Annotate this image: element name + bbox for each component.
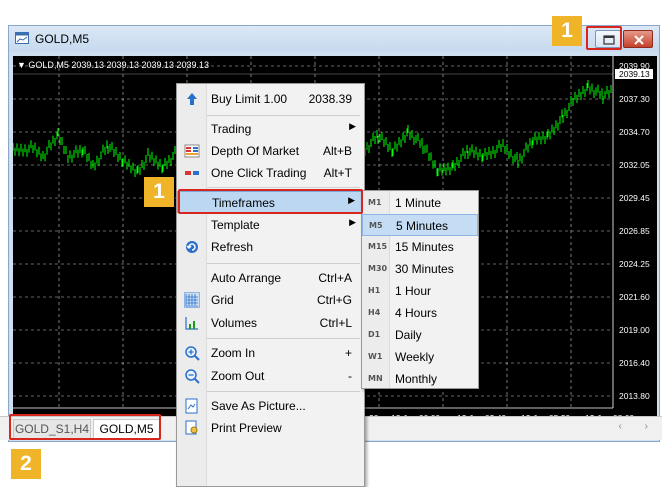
close-button[interactable] bbox=[623, 30, 653, 48]
menu-separator bbox=[207, 391, 360, 392]
refresh-icon bbox=[184, 239, 200, 255]
submenu-arrow-icon: ▶ bbox=[349, 121, 356, 131]
close-icon bbox=[634, 35, 644, 45]
window-title: GOLD,M5 bbox=[35, 32, 90, 46]
timeframe-w1[interactable]: W1 Weekly bbox=[362, 346, 478, 368]
menu-item-grid[interactable]: Grid Ctrl+G bbox=[177, 289, 364, 311]
price-tick-label: 2024.25 bbox=[619, 259, 650, 269]
price-tick-label: 2016.40 bbox=[619, 358, 650, 368]
chart-window-icon bbox=[15, 32, 29, 44]
print-preview-icon bbox=[184, 420, 200, 436]
volumes-icon bbox=[184, 315, 200, 331]
price-tick-label: 2013.80 bbox=[619, 391, 650, 401]
menu-item-depth-of-market[interactable]: Depth Of Market Alt+B bbox=[177, 140, 364, 162]
timeframe-m1[interactable]: M1 1 Minute bbox=[362, 192, 478, 214]
price-tick-label: 2026.85 bbox=[619, 226, 650, 236]
price-tick-label: 2019.00 bbox=[619, 325, 650, 335]
menu-separator bbox=[207, 338, 360, 339]
callout-badge: 1 bbox=[552, 16, 582, 46]
highlight-box-timeframes bbox=[178, 189, 363, 214]
price-tick-label: 2032.05 bbox=[619, 160, 650, 170]
timeframe-h1[interactable]: H1 1 Hour bbox=[362, 280, 478, 302]
zoom-out-icon bbox=[184, 368, 200, 384]
timeframe-m15[interactable]: M15 15 Minutes bbox=[362, 236, 478, 258]
highlight-box-restore bbox=[586, 26, 622, 50]
timeframe-m30[interactable]: M30 30 Minutes bbox=[362, 258, 478, 280]
zoom-in-icon bbox=[184, 345, 200, 361]
menu-separator bbox=[207, 115, 360, 116]
tab-scroll-arrows[interactable]: ‹ › bbox=[619, 421, 658, 432]
callout-badge: 2 bbox=[11, 449, 41, 479]
depth-of-market-icon bbox=[184, 143, 200, 159]
menu-item-one-click-trading[interactable]: One Click Trading Alt+T bbox=[177, 162, 364, 184]
menu-item-zoom-in[interactable]: Zoom In + bbox=[177, 342, 364, 364]
menu-item-trading[interactable]: Trading ▶ bbox=[177, 118, 364, 140]
menu-item-volumes[interactable]: Volumes Ctrl+L bbox=[177, 312, 364, 334]
timeframe-m5[interactable]: M5 5 Minutes bbox=[362, 214, 478, 236]
menu-separator bbox=[207, 263, 360, 264]
price-tick-label: 2021.60 bbox=[619, 292, 650, 302]
chart-header: ▼ GOLD,M5 2039.13 2039.13 2039.13 2039.1… bbox=[17, 60, 209, 70]
price-tick-label: 2034.70 bbox=[619, 127, 650, 137]
timeframe-mn[interactable]: MN Monthly bbox=[362, 368, 478, 390]
menu-item-save-as-picture[interactable]: Save As Picture... bbox=[177, 395, 364, 417]
chart-context-menu: Buy Limit 1.00 2038.39 Trading ▶ Depth O… bbox=[176, 83, 365, 487]
grid-icon bbox=[184, 292, 200, 308]
menu-item-zoom-out[interactable]: Zoom Out - bbox=[177, 365, 364, 387]
buy-limit-icon bbox=[184, 91, 200, 107]
price-tick-label: 2037.30 bbox=[619, 94, 650, 104]
price-tick-label: 2029.45 bbox=[619, 193, 650, 203]
timeframe-d1[interactable]: D1 Daily bbox=[362, 324, 478, 346]
menu-item-print-preview[interactable]: Print Preview bbox=[177, 417, 364, 439]
highlight-box-tabs bbox=[9, 414, 161, 440]
timeframes-submenu: M1 1 Minute M5 5 Minutes M15 15 Minutes M30… bbox=[361, 190, 479, 389]
menu-item-refresh[interactable]: Refresh bbox=[177, 236, 364, 258]
menu-item-buy-limit[interactable]: Buy Limit 1.00 2038.39 bbox=[177, 88, 364, 110]
timeframe-h4[interactable]: H4 4 Hours bbox=[362, 302, 478, 324]
menu-item-auto-arrange[interactable]: Auto Arrange Ctrl+A bbox=[177, 267, 364, 289]
menu-item-template[interactable]: Template ▶ bbox=[177, 214, 364, 236]
submenu-arrow-icon: ▶ bbox=[349, 217, 356, 227]
save-picture-icon bbox=[184, 398, 200, 414]
one-click-trading-icon bbox=[184, 165, 200, 181]
callout-badge: 1 bbox=[144, 177, 174, 207]
menu-separator bbox=[207, 187, 360, 188]
bid-price-label: 2039.13 bbox=[619, 69, 650, 79]
